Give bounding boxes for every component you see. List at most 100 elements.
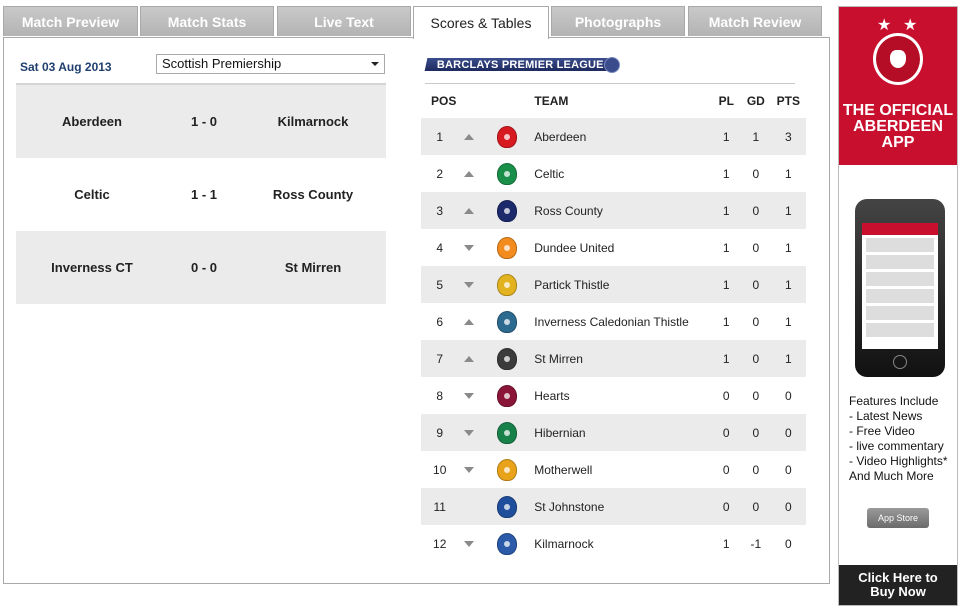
team-name: St Mirren	[534, 351, 583, 366]
team-played: 1	[722, 166, 730, 181]
team-goal-difference: 0	[752, 425, 760, 440]
team-crest-icon	[497, 162, 518, 185]
arrow-up-icon	[464, 318, 475, 325]
team-position: 2	[436, 166, 444, 181]
header-pos: POS	[431, 94, 457, 108]
result-home-team: Celtic	[74, 187, 110, 202]
result-row: Inverness CT 0 - 0 St Mirren	[16, 231, 386, 304]
team-played: 1	[722, 203, 730, 218]
lion-icon	[604, 57, 620, 73]
team-points: 1	[784, 351, 792, 366]
team-position: 10	[433, 462, 447, 477]
arrow-down-icon	[464, 429, 475, 436]
team-goal-difference: 0	[752, 351, 760, 366]
team-crest-icon	[497, 384, 518, 407]
team-played: 1	[722, 240, 730, 255]
ad-features-list: Features Include - Latest News - Free Vi…	[849, 394, 948, 483]
team-crest-icon	[497, 199, 518, 222]
team-crest-icon	[497, 125, 518, 148]
team-goal-difference: 0	[752, 166, 760, 181]
team-points: 0	[784, 499, 792, 514]
star-icon: ★	[877, 17, 892, 34]
team-crest-icon	[497, 421, 518, 444]
tab-match-review[interactable]: Match Review	[688, 6, 822, 36]
team-points: 0	[784, 388, 792, 403]
table-row: 8 Hearts 0 0 0	[421, 377, 806, 414]
tab-live-text[interactable]: Live Text	[277, 6, 411, 36]
team-played: 0	[722, 462, 730, 477]
table-header: POS TEAM PL GD PTS	[421, 84, 806, 118]
team-played: 0	[722, 425, 730, 440]
table-row: 12 Kilmarnock 1 -1 0	[421, 525, 806, 562]
arrow-down-icon	[464, 466, 475, 473]
arrow-down-icon	[464, 392, 475, 399]
arrow-up-icon	[464, 207, 475, 214]
table-row: 1 Aberdeen 1 1 3	[421, 118, 806, 155]
sponsor-logo-text: BARCLAYS PREMIER LEAGUE	[436, 58, 604, 71]
result-away-team: Kilmarnock	[277, 114, 349, 129]
result-score: 1 - 0	[190, 114, 217, 129]
result-score: 0 - 0	[190, 260, 217, 275]
team-position: 8	[436, 388, 444, 403]
team-played: 0	[722, 499, 730, 514]
tab-match-preview[interactable]: Match Preview	[3, 6, 138, 36]
star-icon: ★	[903, 17, 918, 34]
team-name: Hearts	[534, 388, 570, 403]
table-body: 1 Aberdeen 1 1 3 2 Celtic 1 0 1 3 Ross County 1 0 1 4 Du…	[421, 118, 806, 562]
team-points: 0	[784, 462, 792, 477]
team-crest-icon	[497, 347, 518, 370]
table-row: 10 Motherwell 0 0 0	[421, 451, 806, 488]
table-row: 5 Partick Thistle 1 0 1	[421, 266, 806, 303]
tab-match-stats[interactable]: Match Stats	[140, 6, 274, 36]
ad-header: ★ ★ THE OFFICIAL ABERDEEN APP	[839, 7, 957, 165]
chevron-down-icon	[371, 62, 379, 66]
result-home-team: Inverness CT	[51, 260, 133, 275]
team-position: 4	[436, 240, 444, 255]
table-row: 7 St Mirren 1 0 1	[421, 340, 806, 377]
team-name: Inverness Caledonian Thistle	[534, 314, 689, 329]
team-goal-difference: -1	[750, 536, 762, 551]
team-played: 1	[722, 277, 730, 292]
team-position: 6	[436, 314, 444, 329]
league-select[interactable]: Scottish Premiership	[156, 54, 385, 74]
aberdeen-app-ad[interactable]: ★ ★ THE OFFICIAL ABERDEEN APP Features I…	[838, 6, 958, 606]
team-points: 1	[784, 240, 792, 255]
buy-now-button[interactable]: Click Here to Buy Now	[839, 565, 957, 605]
team-points: 1	[784, 277, 792, 292]
team-points: 1	[784, 314, 792, 329]
team-points: 1	[784, 203, 792, 218]
team-goal-difference: 0	[752, 499, 760, 514]
app-store-badge[interactable]: App Store	[867, 508, 929, 528]
team-crest-icon	[497, 273, 518, 296]
tab-photographs[interactable]: Photographs	[551, 6, 685, 36]
arrow-up-icon	[464, 355, 475, 362]
team-crest-icon	[497, 458, 518, 481]
team-goal-difference: 1	[752, 129, 760, 144]
team-crest-icon	[497, 532, 518, 555]
team-goal-difference: 0	[752, 314, 760, 329]
result-home-team: Aberdeen	[62, 114, 122, 129]
team-crest-icon	[497, 495, 518, 518]
team-name: Celtic	[534, 166, 565, 181]
tab-scores-tables[interactable]: Scores & Tables	[413, 6, 549, 39]
team-played: 1	[722, 314, 730, 329]
team-name: Hibernian	[534, 425, 586, 440]
tab-bar: Match Preview Match Stats Live Text Scor…	[3, 6, 829, 39]
team-played: 0	[722, 388, 730, 403]
table-row: 2 Celtic 1 0 1	[421, 155, 806, 192]
team-points: 3	[784, 129, 792, 144]
team-goal-difference: 0	[752, 203, 760, 218]
team-crest-icon	[497, 310, 518, 333]
fixture-date: Sat 03 Aug 2013	[20, 60, 112, 74]
team-name: Partick Thistle	[534, 277, 610, 292]
ad-title: THE OFFICIAL ABERDEEN APP	[842, 102, 954, 151]
league-select-value: Scottish Premiership	[162, 56, 282, 71]
arrow-up-icon	[464, 133, 475, 140]
result-score: 1 - 1	[190, 187, 217, 202]
team-position: 3	[436, 203, 444, 218]
team-name: St Johnstone	[534, 499, 605, 514]
team-points: 1	[784, 166, 792, 181]
team-name: Aberdeen	[534, 129, 587, 144]
team-played: 1	[722, 536, 730, 551]
team-goal-difference: 0	[752, 277, 760, 292]
